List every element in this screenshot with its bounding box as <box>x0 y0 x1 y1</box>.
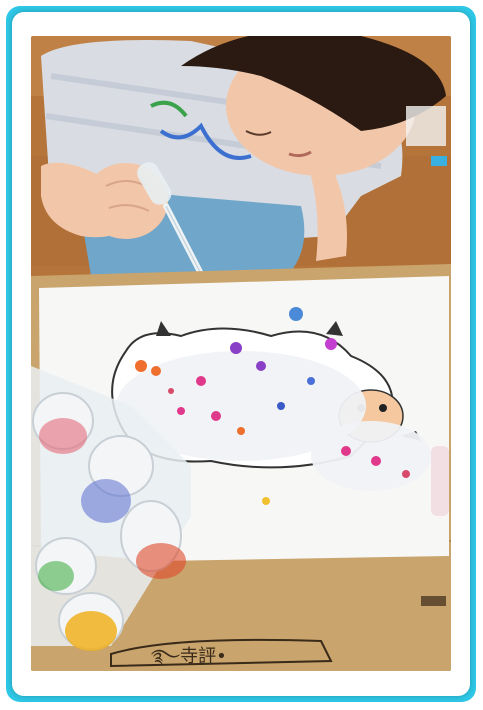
photo: ࿐寺評• <box>31 36 451 671</box>
photo-illustration: ࿐寺評• <box>31 36 451 671</box>
box-print-text: ࿐寺評• <box>151 646 227 667</box>
